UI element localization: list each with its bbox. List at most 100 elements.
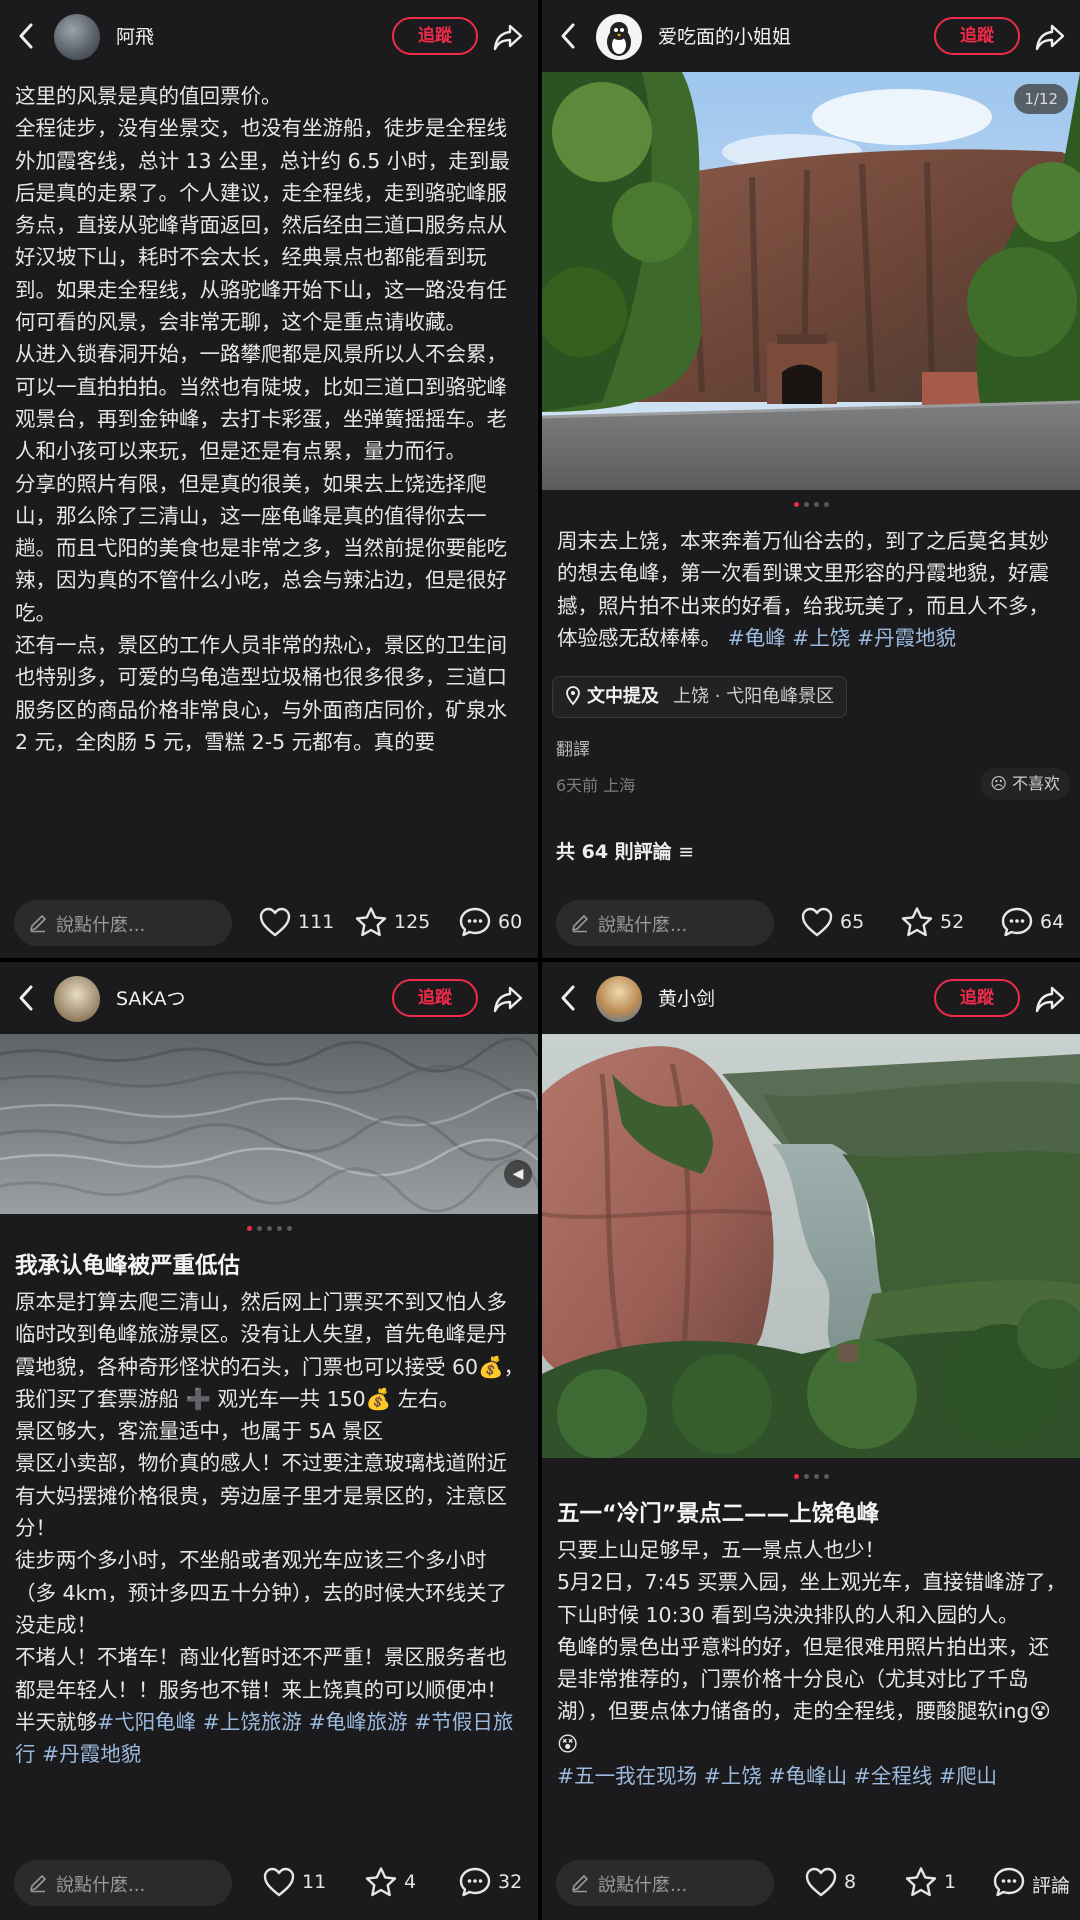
post-photo[interactable]: ◀ <box>0 1034 538 1214</box>
location-icon <box>566 686 580 706</box>
action-bar: 說點什麼... 8 1 評論 <box>542 1852 1080 1914</box>
back-icon[interactable] <box>556 980 580 1016</box>
comment-input[interactable]: 說點什麼... <box>556 1860 774 1906</box>
post-photo[interactable]: 1/12 <box>542 72 1080 490</box>
carousel-dot <box>286 1226 292 1231</box>
star-icon <box>901 907 933 937</box>
carousel-dots <box>542 502 1080 507</box>
star-icon <box>355 907 387 937</box>
share-icon[interactable] <box>1034 984 1066 1014</box>
back-icon[interactable] <box>14 980 38 1016</box>
post-header: 爱吃面的小姐姐 追蹤 <box>542 0 1080 72</box>
location-chip[interactable]: 文中提及 上饶 · 弋阳龟峰景区 <box>552 676 848 718</box>
dislike-button[interactable]: ☹ 不喜欢 <box>980 768 1070 800</box>
carousel-dot <box>823 1474 829 1479</box>
hashtag[interactable]: #全程线 <box>854 1764 933 1788</box>
post-panel-4: 黄小剑 追蹤 五一“冷门”景点二——上饶龟峰 只要上山足够早，五一景点人也少！ … <box>542 962 1080 1920</box>
follow-button[interactable]: 追蹤 <box>934 979 1020 1017</box>
hashtag[interactable]: #五一我在现场 <box>557 1764 697 1788</box>
post-title: 五一“冷门”景点二——上饶龟峰 <box>557 1501 880 1527</box>
post-header: 黄小剑 追蹤 <box>542 962 1080 1034</box>
avatar[interactable] <box>596 976 642 1022</box>
post-body: 只要上山足够早，五一景点人也少！ 5月2日，7:45 买票入园，坐上观光车，直接… <box>557 1534 1068 1792</box>
carousel-dot <box>246 1226 252 1231</box>
post-header: 阿飛 追蹤 <box>0 0 538 72</box>
image-counter: 1/12 <box>1014 84 1068 114</box>
hashtag[interactable]: #丹霞地貌 <box>42 1742 141 1766</box>
carousel-dot <box>276 1226 282 1231</box>
hashtag[interactable]: #龟峰山 <box>768 1764 847 1788</box>
comment-icon <box>459 907 491 937</box>
translate-link[interactable]: 翻譯 <box>556 735 590 760</box>
follow-button[interactable]: 追蹤 <box>934 17 1020 55</box>
comment-input[interactable]: 說點什麼... <box>14 900 232 946</box>
back-icon[interactable] <box>556 18 580 54</box>
carousel-dot <box>803 1474 809 1479</box>
carousel-dot <box>803 502 809 507</box>
comment-icon <box>993 1867 1025 1897</box>
comment-placeholder: 說點什麼... <box>598 915 688 936</box>
pen-icon <box>572 1875 588 1893</box>
follow-button[interactable]: 追蹤 <box>392 979 478 1017</box>
water-photo <box>0 1034 538 1214</box>
follow-button[interactable]: 追蹤 <box>392 17 478 55</box>
back-icon[interactable] <box>14 18 38 54</box>
danxia-rock-lake-photo <box>542 1034 1080 1458</box>
hashtag[interactable]: #龟峰旅游 <box>308 1710 407 1734</box>
paragraph: 徒步两个多小时，不坐船或者观光车应该三个多小时（多 4km，预计多四五十分钟），… <box>15 1548 508 1637</box>
post-body: 原本是打算去爬三清山，然后网上门票买不到又怕人多临时改到龟峰旅游景区。没有让人失… <box>15 1286 526 1770</box>
paragraph: 这里的风景是真的值回票价。 <box>15 84 282 108</box>
hashtag[interactable]: #丹霞地貌 <box>857 626 956 650</box>
post-meta: 6天前 上海 <box>556 776 636 795</box>
dislike-icon: ☹ <box>990 774 1007 793</box>
favorite-count: 52 <box>940 911 965 933</box>
paragraph: 不堵人！不堵车！商业化暂时还不严重！景区服务者也都是年轻人！！服务也不错！来上饶… <box>15 1641 526 1770</box>
favorite-count: 1 <box>944 1871 957 1893</box>
mute-icon[interactable]: ◀ <box>504 1160 532 1188</box>
avatar[interactable] <box>54 976 100 1022</box>
post-photo[interactable] <box>542 1034 1080 1458</box>
pen-icon <box>30 915 46 933</box>
hashtag[interactable]: #上饶旅游 <box>203 1710 302 1734</box>
action-bar: 說點什麼... 65 52 64 <box>542 892 1080 954</box>
carousel-dot <box>256 1226 262 1231</box>
location-text: 上饶 · 弋阳龟峰景区 <box>673 686 835 707</box>
hashtag-line: #五一我在现场 #上饶 #龟峰山 #全程线 #爬山 <box>557 1760 1068 1792</box>
carousel-dots <box>0 1226 538 1231</box>
paragraph: 分享的照片有限，但是真的很美，如果去上饶选择爬山，那么除了三清山，这一座龟峰是真… <box>15 471 507 625</box>
hashtag[interactable]: #弋阳龟峰 <box>97 1710 196 1734</box>
like-count: 65 <box>840 911 865 933</box>
heart-icon <box>263 1867 295 1897</box>
share-icon[interactable] <box>492 984 524 1014</box>
pen-icon <box>572 915 588 933</box>
post-header: SAKAつ 追蹤 <box>0 962 538 1034</box>
hashtag[interactable]: #上饶 <box>704 1764 762 1788</box>
avatar[interactable] <box>596 14 642 60</box>
carousel-dot <box>813 1474 819 1479</box>
comment-placeholder: 說點什麼... <box>56 915 146 936</box>
paragraph: 只要上山足够早，五一景点人也少！ <box>557 1538 885 1562</box>
like-count: 111 <box>298 911 335 933</box>
hashtag[interactable]: #龟峰 <box>728 626 786 650</box>
carousel-dot <box>793 502 799 507</box>
author-name[interactable]: 阿飛 <box>116 22 154 49</box>
author-name[interactable]: SAKAつ <box>116 984 186 1011</box>
post-panel-3: SAKAつ 追蹤 ◀ 我承认龟峰被严重低估 原本是打算去爬三清山，然后网上门票买… <box>0 962 538 1920</box>
like-count: 8 <box>844 1871 857 1893</box>
comment-count: 64 <box>1040 911 1065 933</box>
hashtag[interactable]: #上饶 <box>792 626 850 650</box>
author-name[interactable]: 黄小剑 <box>658 984 715 1011</box>
hashtag[interactable]: #爬山 <box>939 1764 997 1788</box>
comment-icon <box>1001 907 1033 937</box>
share-icon[interactable] <box>1034 22 1066 52</box>
author-name[interactable]: 爱吃面的小姐姐 <box>658 22 791 49</box>
avatar[interactable] <box>54 14 100 60</box>
comment-input[interactable]: 說點什麼... <box>14 1860 232 1906</box>
heart-icon <box>801 907 833 937</box>
share-icon[interactable] <box>492 22 524 52</box>
post-panel-1: 阿飛 追蹤 这里的风景是真的值回票价。 全程徒步，没有坐景交，也没有坐游船，徒步… <box>0 0 538 958</box>
comment-total[interactable]: 共 64 則評論 ≡ <box>556 837 694 864</box>
pen-icon <box>30 1875 46 1893</box>
paragraph: 全程徒步，没有坐景交，也没有坐游船，徒步是全程线外加霞客线，总计 13 公里，总… <box>15 116 510 335</box>
comment-input[interactable]: 說點什麼... <box>556 900 774 946</box>
